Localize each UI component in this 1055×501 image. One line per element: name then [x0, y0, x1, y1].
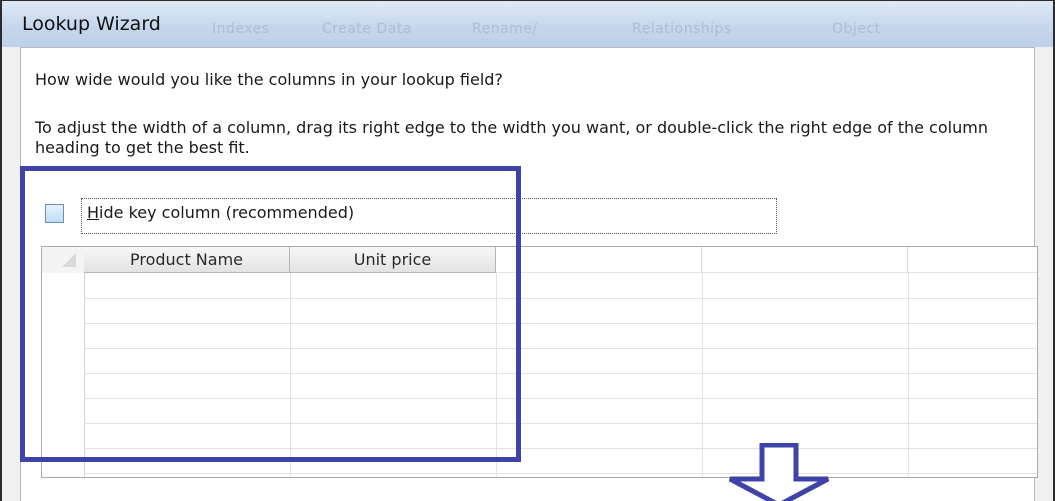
label-text: ide key column (recommended)	[99, 203, 355, 222]
ghost-tab-2: Create Data	[322, 21, 412, 37]
column-width-grid[interactable]: Product Name Unit price	[41, 246, 1038, 478]
empty-column-header	[702, 247, 908, 273]
column-divider	[702, 273, 703, 477]
column-header-product-name[interactable]: Product Name	[84, 247, 290, 273]
window-title: Lookup Wizard	[22, 13, 161, 35]
ghost-tab-5: Object	[832, 21, 881, 37]
question-text: How wide would you like the columns in y…	[35, 70, 503, 89]
ghost-tab-1: Indexes	[212, 21, 270, 37]
down-arrow-icon	[728, 443, 830, 501]
row-selector-column	[42, 273, 85, 477]
table-row	[84, 323, 1037, 324]
table-row	[84, 473, 1037, 474]
hide-key-column-option[interactable]: Hide key column (recommended)	[45, 198, 777, 234]
table-row	[84, 398, 1037, 399]
ghost-tab-3: Rename/	[472, 21, 538, 37]
wizard-content: How wide would you like the columns in y…	[20, 47, 1038, 501]
column-divider	[496, 273, 497, 477]
table-row	[84, 373, 1037, 374]
table-row	[84, 423, 1037, 424]
column-divider	[290, 273, 291, 477]
instructions-text: To adjust the width of a column, drag it…	[35, 118, 988, 157]
empty-column-header	[908, 247, 1037, 273]
accelerator-key: H	[87, 203, 100, 222]
empty-column-header	[496, 247, 702, 273]
grid-header: Product Name Unit price	[42, 247, 1037, 274]
lookup-wizard-window: Indexes Create Data Rename/ Relationship…	[0, 0, 1055, 501]
table-row	[84, 298, 1037, 299]
select-all-corner[interactable]	[42, 247, 85, 274]
hide-key-column-label[interactable]: Hide key column (recommended)	[87, 203, 354, 222]
title-bar: Indexes Create Data Rename/ Relationship…	[2, 1, 1053, 47]
ghost-tab-4: Relationships	[632, 21, 732, 37]
table-row	[84, 448, 1037, 449]
hide-key-column-checkbox[interactable]	[45, 204, 64, 223]
column-divider	[908, 273, 909, 477]
column-header-unit-price[interactable]: Unit price	[290, 247, 496, 273]
table-row	[84, 348, 1037, 349]
